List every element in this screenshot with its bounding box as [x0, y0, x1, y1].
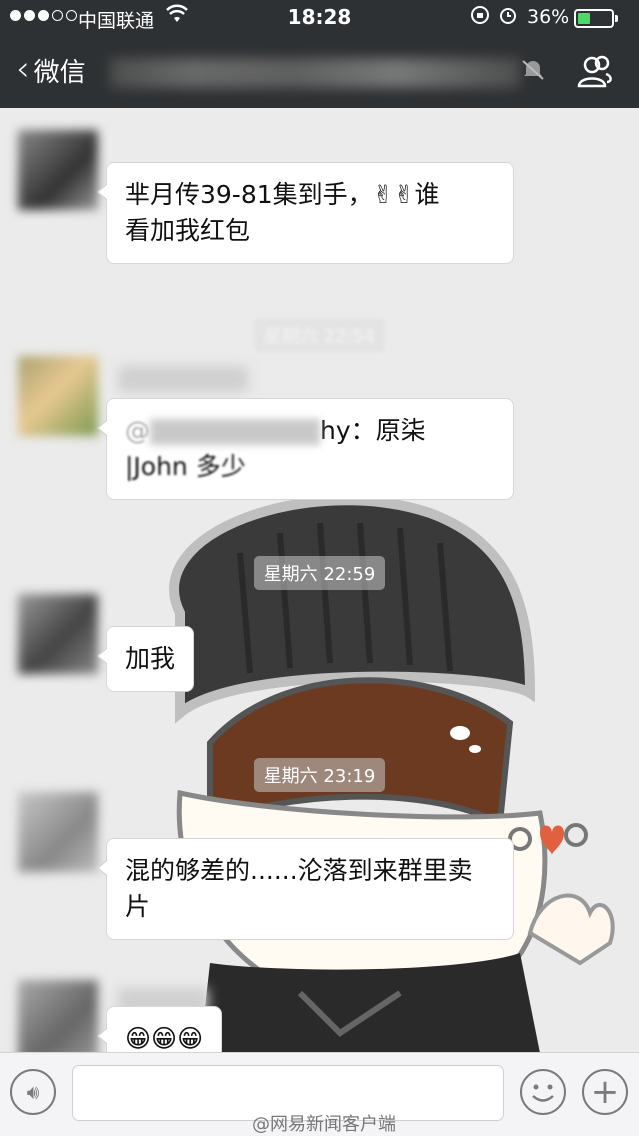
timestamp-text: 星期六 23:19 [253, 758, 386, 792]
mention-prefix: @ [125, 416, 150, 445]
voice-input-button[interactable]: 🔊︎ [10, 1069, 56, 1115]
message-text: 看加我红包 [125, 216, 251, 245]
group-info-button[interactable] [576, 54, 614, 90]
message-bubble[interactable]: 芈月传39-81集到手，✌✌谁 看加我红包 [97, 162, 514, 264]
timestamp: 星期六 23:19 [0, 758, 639, 792]
message-text: 😁😁😁 [125, 1024, 204, 1052]
message-text: 混的够差的......沦落到来群里卖 [125, 856, 473, 885]
message-bubble[interactable]: 混的够差的......沦落到来群里卖 片 [97, 838, 514, 940]
emoji-button[interactable] [520, 1069, 566, 1115]
message-bubble[interactable]: 😁😁😁 [96, 1006, 223, 1052]
people-icon [577, 55, 612, 88]
message-text: 芈月传39-81集到手，✌✌谁 [125, 180, 440, 209]
timestamp-text: 星期六 22:54 [253, 318, 386, 352]
top-bar: 中国联通 18:28 36% ‹ 微信 [0, 0, 639, 108]
watermark: @网易新闻客户端 [252, 1114, 396, 1135]
battery-percent: 36% [527, 6, 570, 28]
voice-icon: 🔊︎ [26, 1080, 40, 1104]
mention-redacted [150, 419, 320, 445]
avatar[interactable] [18, 356, 98, 436]
message-line: @ hy：原柒 [125, 413, 495, 449]
message-text: 加我 [125, 644, 176, 673]
timestamp: 星期六 22:54 [0, 318, 639, 352]
mute-icon [520, 58, 546, 88]
alarm-icon [498, 5, 518, 30]
chat-area[interactable]: 芈月传39-81集到手，✌✌谁 看加我红包 星期六 22:54 @ hy：原柒 |… [0, 108, 639, 1052]
chat-title-redacted [110, 58, 520, 88]
sender-name-redacted [118, 366, 248, 392]
plus-icon: + [590, 1072, 620, 1112]
avatar[interactable] [18, 980, 98, 1052]
battery-icon [574, 9, 618, 28]
message-text: hy：原柒 [320, 416, 426, 445]
status-bar: 中国联通 18:28 36% [0, 0, 639, 36]
more-options-button[interactable]: + [582, 1069, 628, 1115]
timestamp-text: 星期六 22:59 [253, 556, 386, 590]
message-text: 片 [125, 892, 151, 921]
smiley-icon [532, 1084, 554, 1102]
message-text: |John 多少 [125, 452, 246, 481]
navigation-bar: ‹ 微信 [0, 36, 639, 108]
back-button[interactable]: ‹ 微信 [16, 52, 86, 89]
timestamp: 星期六 22:59 [0, 556, 639, 590]
avatar[interactable] [18, 792, 98, 872]
message-bubble[interactable]: @ hy：原柒 |John 多少 [97, 398, 514, 500]
avatar[interactable] [18, 130, 98, 210]
message-bubble[interactable]: 加我 [96, 626, 195, 692]
avatar[interactable] [18, 594, 98, 674]
chevron-left-icon: ‹ [16, 48, 30, 89]
rotation-lock-icon [470, 5, 490, 30]
back-label: 微信 [33, 58, 86, 88]
